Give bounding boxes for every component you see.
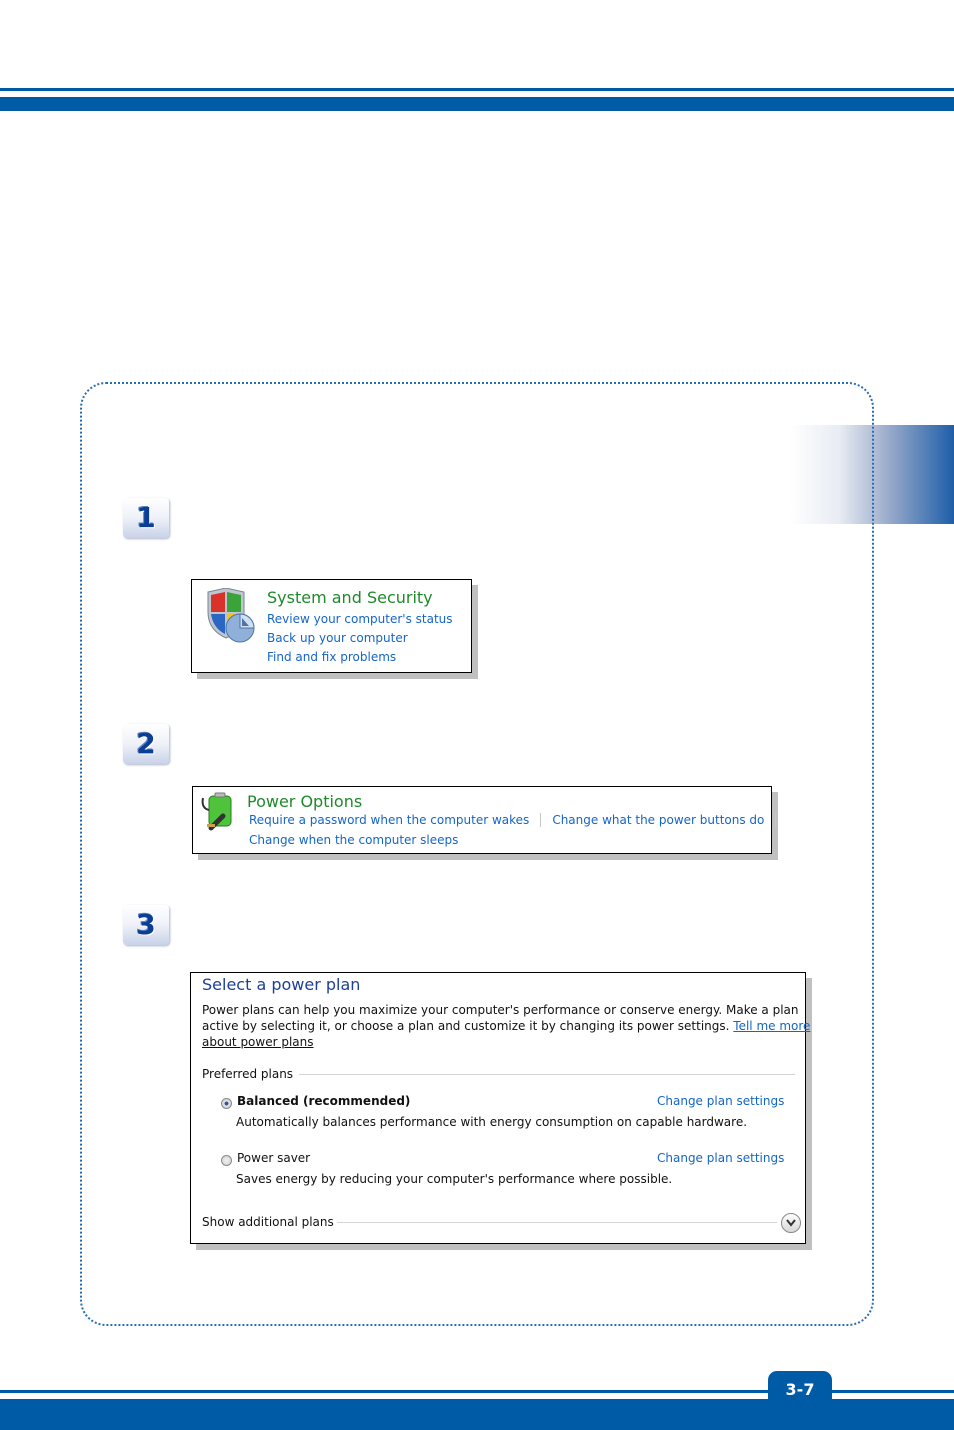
- link-separator: [775, 813, 777, 827]
- plan-description-line1: Power plans can help you maximize your c…: [202, 1003, 799, 1017]
- power-buttons-link[interactable]: Change what the power buttons do: [552, 813, 764, 827]
- about-power-plans-link[interactable]: about power plans: [202, 1035, 314, 1049]
- require-password-link[interactable]: Require a password when the computer wak…: [249, 813, 529, 827]
- system-security-title[interactable]: System and Security: [267, 588, 433, 607]
- plan-description-line2-row: active by selecting it, or choose a plan…: [202, 1019, 810, 1033]
- link-separator: [540, 813, 542, 827]
- preferred-plans-label: Preferred plans: [202, 1067, 294, 1081]
- system-security-panel: System and Security Review your computer…: [191, 579, 472, 673]
- power-plan-title: Select a power plan: [202, 975, 361, 994]
- power-options-title[interactable]: Power Options: [247, 792, 362, 811]
- power-options-panel: Power Options Require a password when th…: [192, 786, 777, 854]
- plan-description-line2: active by selecting it, or choose a plan…: [202, 1019, 730, 1033]
- header-rule-thick: [0, 97, 954, 111]
- step-badge-3: 3: [123, 905, 169, 945]
- balanced-radio[interactable]: [221, 1098, 232, 1109]
- battery-plug-icon: [201, 792, 237, 832]
- power-plan-panel: Select a power plan Power plans can help…: [190, 972, 810, 1244]
- preferred-plans-divider: [299, 1074, 795, 1075]
- page-number: 3-7: [768, 1371, 832, 1411]
- power-saver-radio[interactable]: [221, 1155, 232, 1166]
- power-saver-plan-description: Saves energy by reducing your computer's…: [236, 1172, 673, 1186]
- power-options-links-row: Require a password when the computer wak…: [249, 813, 787, 827]
- step-badge-2: 2: [123, 724, 169, 764]
- tell-me-more-link[interactable]: Tell me more: [733, 1019, 810, 1033]
- balanced-change-settings-link[interactable]: Change plan settings: [657, 1094, 784, 1108]
- balanced-plan-name[interactable]: Balanced (recommended): [237, 1094, 410, 1108]
- balanced-plan-description: Automatically balances performance with …: [236, 1115, 748, 1129]
- expand-additional-plans-button[interactable]: [781, 1213, 801, 1233]
- power-saver-plan-name[interactable]: Power saver: [237, 1151, 310, 1165]
- show-additional-plans-label[interactable]: Show additional plans: [202, 1215, 334, 1229]
- step-badge-1: 1: [123, 498, 169, 538]
- find-fix-link[interactable]: Find and fix problems: [267, 650, 396, 664]
- header-rule-thin: [0, 88, 954, 91]
- shield-icon: [204, 587, 258, 644]
- additional-plans-divider: [337, 1222, 777, 1223]
- review-status-link[interactable]: Review your computer's status: [267, 612, 453, 626]
- backup-link[interactable]: Back up your computer: [267, 631, 408, 645]
- power-saver-change-settings-link[interactable]: Change plan settings: [657, 1151, 784, 1165]
- chevron-down-icon: [786, 1219, 796, 1227]
- change-sleep-link[interactable]: Change when the computer sleeps: [249, 833, 458, 847]
